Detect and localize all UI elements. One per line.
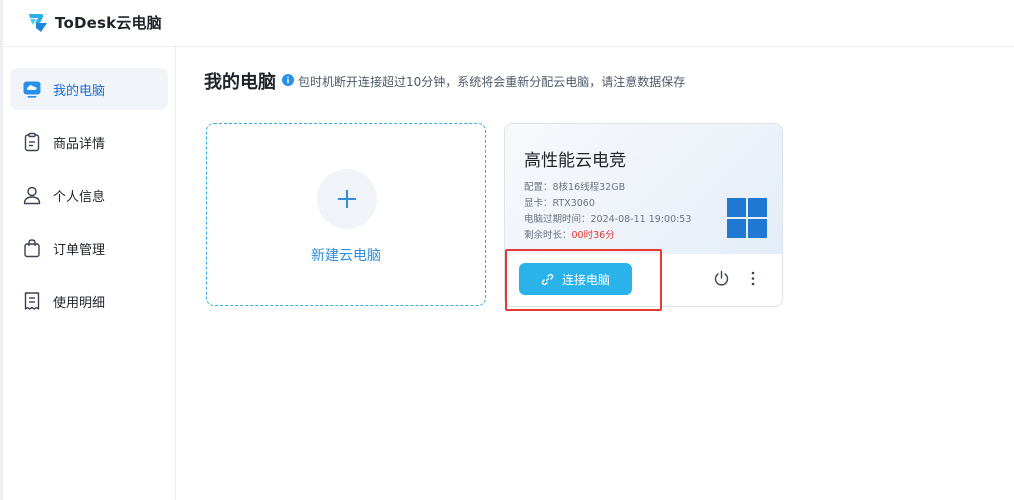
user-icon [23,186,41,205]
info-icon [282,74,294,86]
app-brand: ToDesk云电脑 [55,14,162,32]
spec-config: 配置：8核16线程32GB [524,182,626,193]
todesk-logo-icon [29,14,47,32]
spec-remaining: 剩余时长：00时36分 [524,227,615,241]
new-cloud-pc-card[interactable]: 新建云电脑 [206,123,486,306]
page-title: 我的电脑 [204,72,276,93]
more-options-icon[interactable] [748,270,758,287]
clipboard-icon [24,132,40,152]
sidebar-item-personal-info[interactable]: 个人信息 [10,174,168,216]
power-icon[interactable] [713,270,730,287]
notice-text: 包时机断开连接超过10分钟，系统将会重新分配云电脑，请注意数据保存 [298,75,686,89]
app-header: ToDesk云电脑 [3,0,1014,47]
sidebar-item-label: 订单管理 [53,243,106,258]
receipt-icon [24,292,40,310]
shopping-bag-icon [24,239,40,258]
spec-gpu: 显卡：RTX3060 [524,198,595,209]
todesk-window: ToDesk云电脑 我的电脑 商品详情 个人信息 订单管理 使用明细 我的电脑 … [0,0,1014,500]
remaining-label: 剩余时长： [524,230,572,241]
sidebar-item-product-details[interactable]: 商品详情 [10,121,168,163]
sidebar: 我的电脑 商品详情 个人信息 订单管理 使用明细 [3,47,176,500]
sidebar-item-order-management[interactable]: 订单管理 [10,227,168,269]
annotation-highlight-box [505,249,662,311]
card-header: 高性能云电竞 配置：8核16线程32GB 显卡：RTX3060 电脑过期时间：2… [505,124,782,254]
new-cloud-pc-label: 新建云电脑 [311,248,381,264]
sidebar-item-usage-details[interactable]: 使用明细 [10,280,168,322]
sidebar-item-my-computer[interactable]: 我的电脑 [10,68,168,110]
remaining-value: 00时36分 [571,230,615,241]
spec-expire: 电脑过期时间：2024-08-11 19:00:53 [524,214,692,225]
windows-logo-icon [727,198,767,238]
sidebar-item-label: 商品详情 [53,137,106,152]
cloud-monitor-icon [23,81,41,98]
sidebar-item-label: 使用明细 [53,296,106,311]
sidebar-item-label: 我的电脑 [53,84,106,99]
pc-name: 高性能云电竞 [524,151,626,171]
sidebar-item-label: 个人信息 [53,190,106,205]
plus-icon [338,190,356,208]
add-button[interactable] [317,169,377,229]
